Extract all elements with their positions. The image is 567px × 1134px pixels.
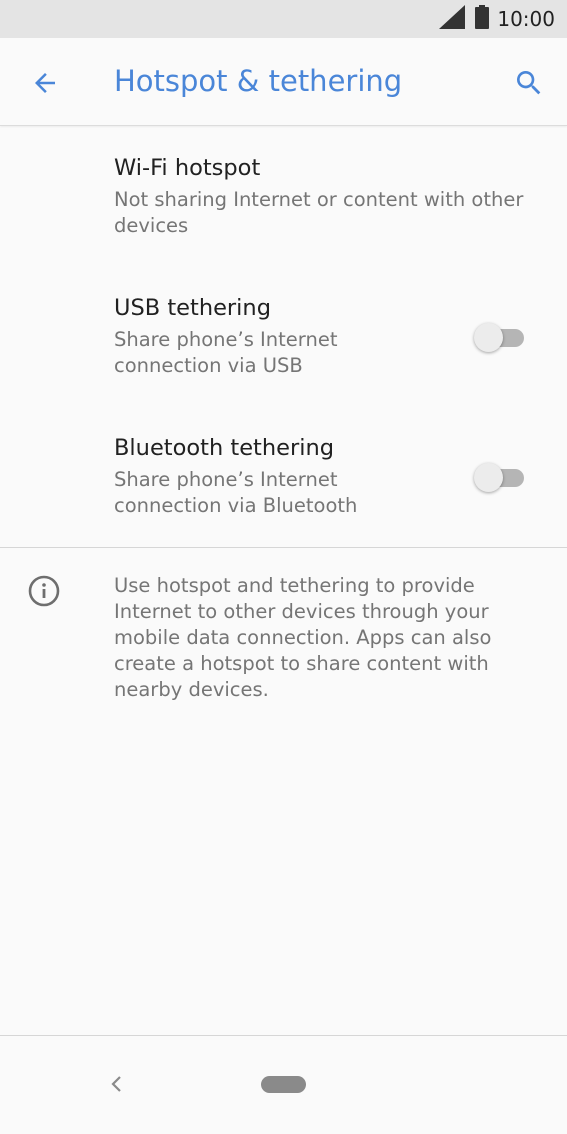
pref-bluetooth-tethering[interactable]: Bluetooth tethering Share phone’s Intern… (0, 435, 567, 545)
divider (0, 547, 567, 548)
home-pill-icon[interactable] (261, 1076, 306, 1093)
pref-title: Bluetooth tethering (114, 435, 335, 461)
battery-icon (475, 5, 490, 33)
status-time: 10:00 (497, 7, 555, 31)
app-bar: Hotspot & tethering (0, 38, 567, 126)
navigation-bar (0, 1036, 567, 1134)
usb-tethering-switch[interactable] (474, 323, 526, 352)
pref-usb-tethering[interactable]: USB tethering Share phone’s Internet con… (0, 295, 567, 405)
pref-summary: Not sharing Internet or content with oth… (114, 188, 524, 237)
info-text: Use hotspot and tethering to provide Int… (114, 574, 492, 701)
bluetooth-tethering-switch[interactable] (474, 463, 526, 492)
pref-title: USB tethering (114, 295, 271, 321)
pref-title: Wi-Fi hotspot (114, 155, 261, 181)
page-title: Hotspot & tethering (114, 64, 403, 98)
signal-icon (439, 5, 466, 33)
pref-wifi-hotspot[interactable]: Wi-Fi hotspot Not sharing Internet or co… (0, 155, 567, 265)
arrow-back-icon[interactable] (28, 66, 62, 100)
nav-back-icon[interactable] (104, 1072, 128, 1096)
pref-summary: Share phone’s Internet connection via US… (114, 328, 338, 377)
status-bar: 10:00 (0, 0, 567, 38)
info-icon (27, 574, 61, 608)
pref-summary: Share phone’s Internet connection via Bl… (114, 468, 358, 517)
search-icon[interactable] (512, 66, 546, 100)
